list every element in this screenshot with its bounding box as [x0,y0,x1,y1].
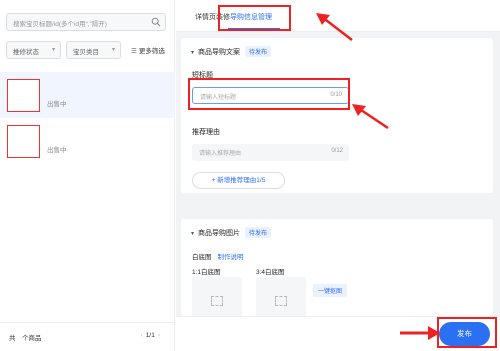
filter-icon: ☰ [131,48,137,55]
annotation-box-tab [218,5,291,31]
category-filter-select[interactable]: 宝贝类目 ▾ [66,41,121,59]
add-reason-button[interactable]: + 新增推荐理由1/5 [192,172,285,189]
product-thumbnail [7,79,40,112]
white-bg-text: 白底图 [192,254,212,261]
more-filters-label: 更多筛选 [138,48,165,55]
image-placeholder-icon [211,296,223,306]
reason-placeholder: 请输入推荐理由 [199,151,242,157]
product-thumbnail [7,125,40,158]
search-icon[interactable] [151,17,161,27]
reason-count: 0/12 [331,148,343,154]
collapse-caret-icon[interactable]: ▾ [191,49,194,56]
slot-1-label: 1:1白底图 [192,269,221,276]
list-footer: 共 个商品 ‹ 1/1 › [0,322,175,351]
slot-2-label: 3:4白底图 [256,269,285,276]
more-filters-button[interactable]: ☰ 更多筛选 [131,45,165,55]
next-page-icon[interactable]: › [158,332,160,339]
guide-copy-card: ▾ 商品导购文案 待发布 短标题 请输入短标题 0/10 推荐理由 请输入推荐理由 … [181,38,493,193]
item-status: 出售中 [47,147,67,154]
guide-images-title[interactable]: ▾ 商品导购图片 待发布 [191,227,272,238]
search-input[interactable]: 搜索宝贝标题/id(多个id用“,”隔开) [6,13,166,31]
guide-copy-title-text: 商品导购文案 [198,49,241,56]
page-indicator: 1/1 [145,332,155,339]
total-count: 共 个商品 [9,335,42,342]
reason-input[interactable]: 请输入推荐理由 0/12 [192,144,349,161]
white-bg-label: 白底图 制作说明 [192,251,244,261]
annotation-box-publish [437,317,497,348]
list-item[interactable]: 出售中 [0,72,175,118]
guide-images-title-text: 商品导购图片 [198,230,241,237]
status-badge: 待发布 [245,46,272,57]
category-filter-label: 宝贝类目 [73,49,99,56]
collapse-caret-icon[interactable]: ▾ [191,230,194,237]
status-filter-select[interactable]: 推修状态 ▾ [6,41,61,59]
image-placeholder-icon [275,296,287,306]
one-key-cutout-button[interactable]: 一键抠图 [313,284,348,297]
product-list-panel: 搜索宝贝标题/id(多个id用“,”隔开) 推修状态 ▾ 宝贝类目 ▾ ☰ 更多筛… [0,0,175,351]
status-badge: 待发布 [245,227,272,238]
help-link[interactable]: 制作说明 [218,254,244,261]
list-item[interactable]: 出售中 [0,118,175,164]
reason-label: 推荐理由 [192,129,220,136]
guide-copy-title[interactable]: ▾ 商品导购文案 待发布 [191,46,272,57]
guide-images-card: ▾ 商品导购图片 待发布 白底图 制作说明 1:1白底图 3:4白底图 [181,219,493,325]
chevron-down-icon: ▾ [51,47,55,53]
chevron-down-icon: ▾ [111,47,115,53]
editor-panel: 详情页装修 导购信息管理 ▾ 商品导购文案 待发布 短标题 请输入短标题 0/10 … [176,0,500,351]
pagination: ‹ 1/1 › [138,332,163,339]
prev-page-icon[interactable]: ‹ [141,332,143,339]
search-placeholder: 搜索宝贝标题/id(多个id用“,”隔开) [13,21,107,28]
item-status: 出售中 [47,101,67,108]
status-filter-label: 推修状态 [13,49,39,56]
annotation-box-input [188,78,350,110]
